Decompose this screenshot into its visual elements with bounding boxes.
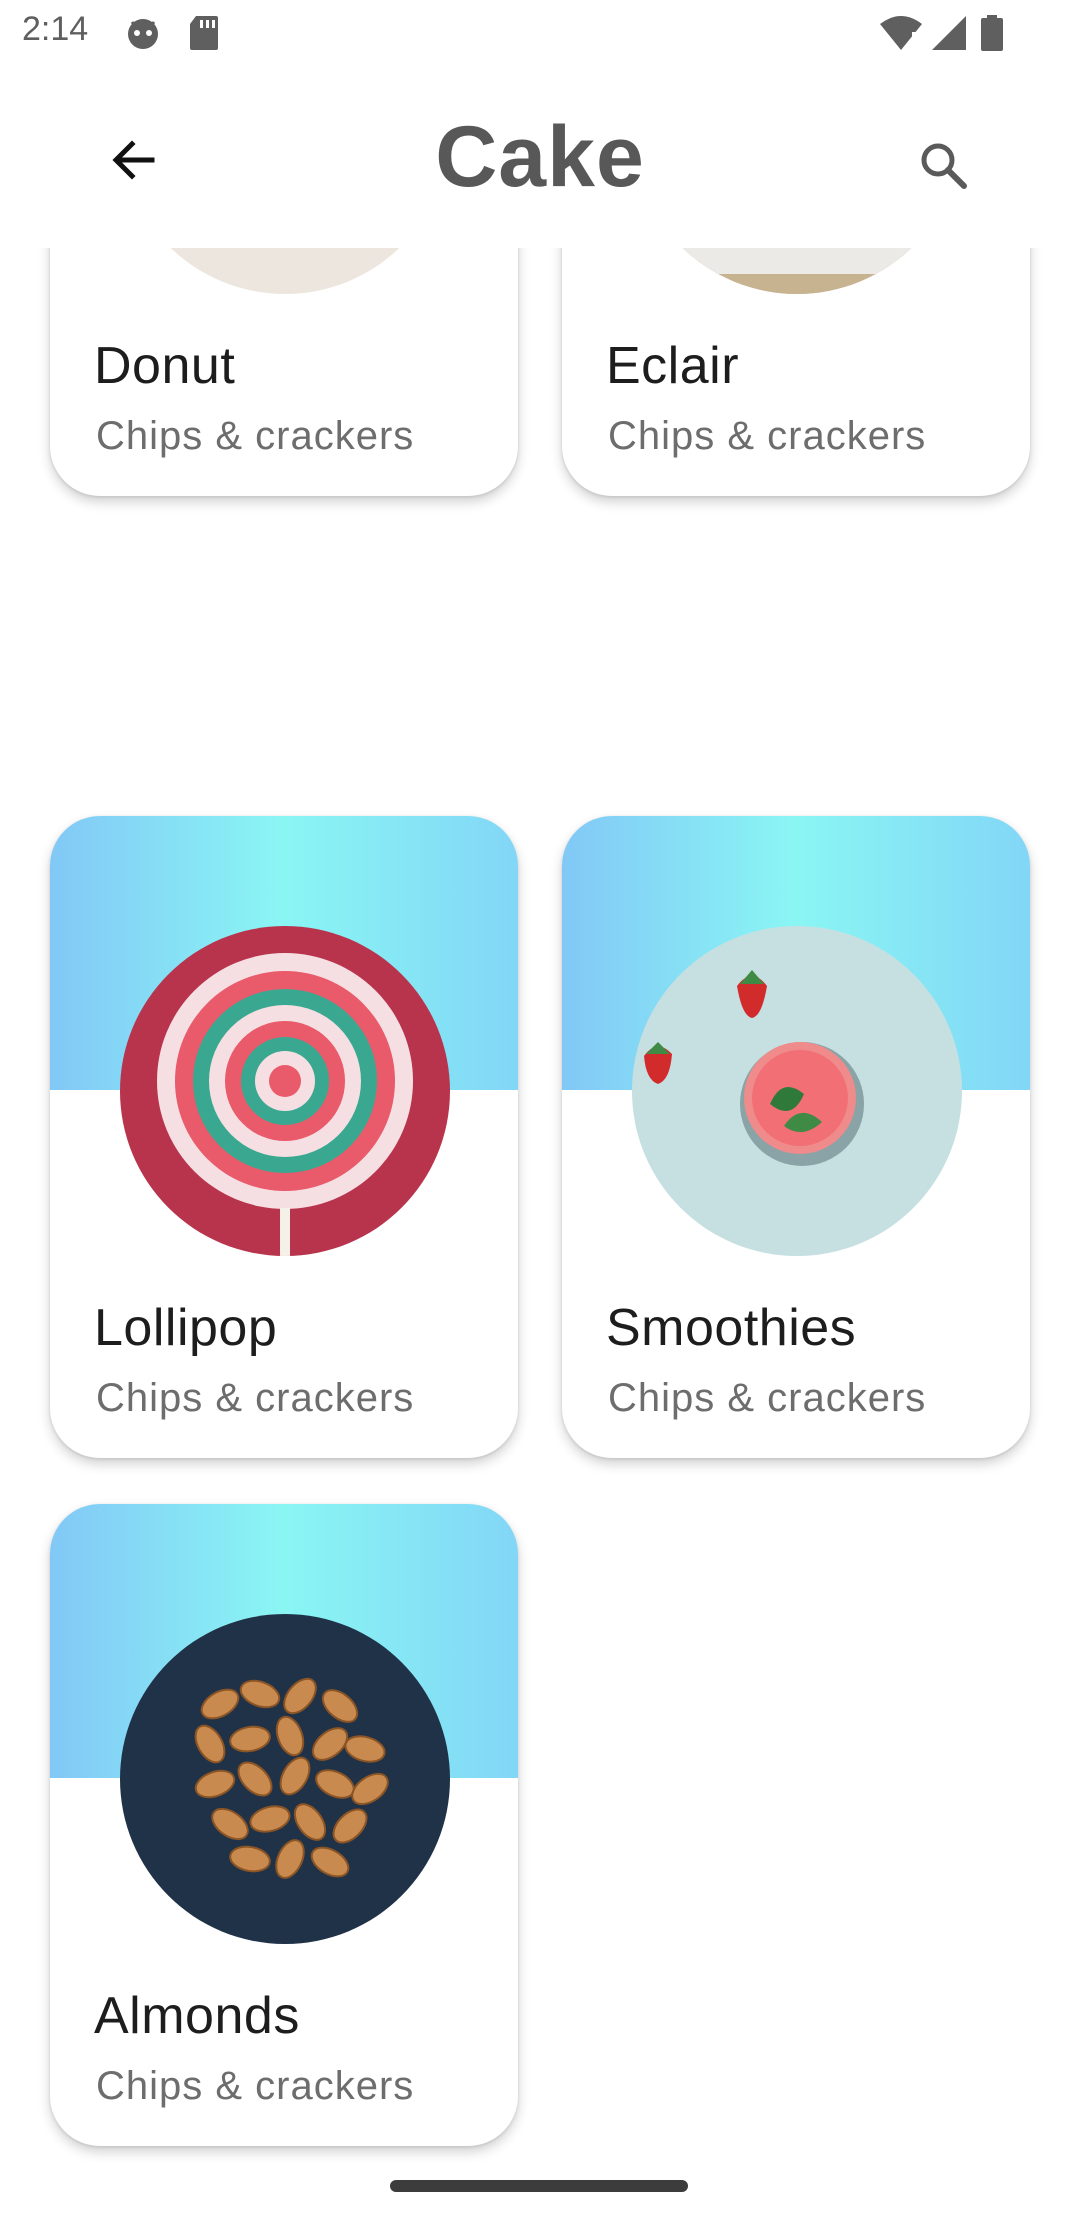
card-subtitle: Chips & crackers [608,1376,927,1420]
card-title: Smoothies [606,1299,857,1357]
battery-icon [980,14,1004,57]
product-card-lollipop[interactable]: Lollipop Chips & crackers [50,816,518,1458]
card-title: Donut [94,337,236,395]
card-subtitle: Chips & crackers [96,2064,415,2108]
status-bar: 2:14 [0,0,1080,66]
card-title: Almonds [94,1987,300,2045]
sd-card-icon [188,14,220,57]
signal-icon [930,14,968,57]
lollipop-image [120,926,450,1256]
donut-image [120,248,450,294]
gesture-nav-handle[interactable] [390,2180,688,2192]
almonds-image [120,1614,450,1944]
product-card-smoothies[interactable]: Smoothies Chips & crackers [562,816,1030,1458]
card-title: Lollipop [94,1299,278,1357]
product-card-donut[interactable]: Donut Chips & crackers [50,248,518,496]
product-grid: Donut Chips & crackers Eclair Chips & cr… [0,248,1080,2168]
eclair-image [632,248,962,294]
card-subtitle: Chips & crackers [96,1376,415,1420]
card-subtitle: Chips & crackers [96,414,415,458]
wifi-icon [878,14,924,57]
search-icon [921,143,967,189]
android-debug-icon [124,14,162,57]
product-card-eclair[interactable]: Eclair Chips & crackers [562,248,1030,496]
card-title: Eclair [606,337,740,395]
status-time: 2:14 [22,10,89,48]
search-button[interactable] [914,136,974,196]
smoothies-image [632,926,962,1256]
app-bar: Cake [0,66,1080,248]
card-subtitle: Chips & crackers [608,414,927,458]
product-card-almonds[interactable]: Almonds Chips & crackers [50,1504,518,2146]
